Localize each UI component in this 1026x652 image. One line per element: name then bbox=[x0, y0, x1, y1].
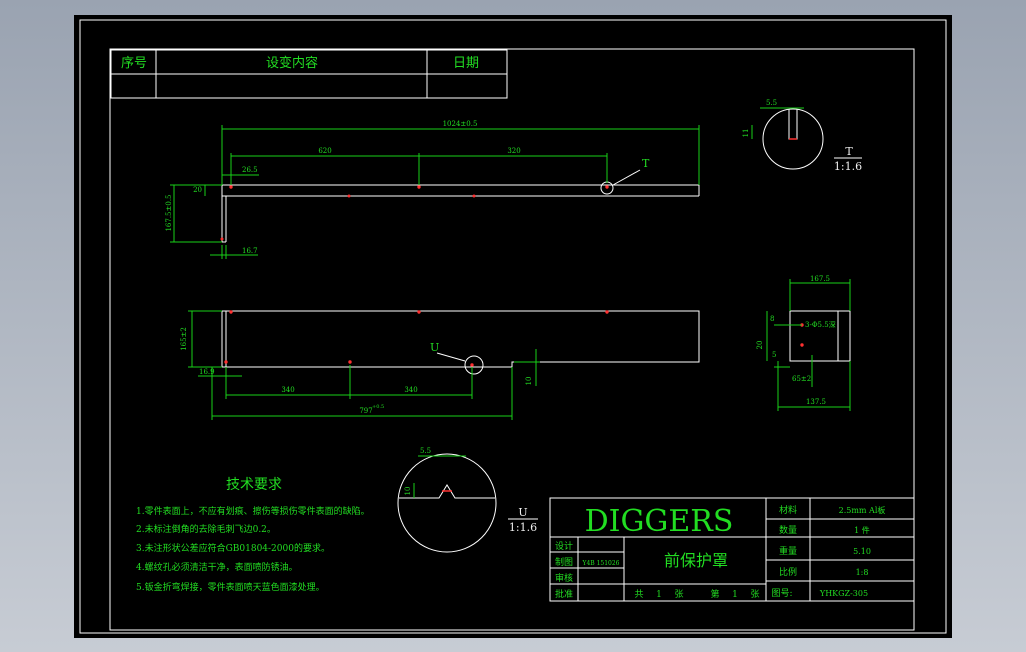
row-draw-value: Y4B 151026 bbox=[582, 560, 620, 567]
top-dim-167: 16.7 bbox=[242, 247, 258, 255]
tech-req-item-2: 2.未标注倒角的去除毛刺飞边0.2。 bbox=[136, 523, 276, 535]
sheet-total-unit: 张 bbox=[674, 589, 683, 600]
side-dim-65: 65±2 bbox=[792, 375, 811, 383]
side-dim-top: 167.5 bbox=[810, 275, 830, 283]
detail-T-label: T bbox=[845, 145, 853, 158]
drawing-canvas: 序号 设变内容 日期 T 1024±0.5 620 320 26.5 20 16… bbox=[74, 15, 952, 638]
detail-T-dim-side: 11 bbox=[742, 129, 750, 138]
top-dim-620: 620 bbox=[318, 147, 331, 155]
sheet-current-unit: 张 bbox=[750, 589, 759, 600]
prop-scale-value: 1:8 bbox=[856, 568, 869, 577]
detail-U: 5.5 10 U 1:1.6 bbox=[397, 447, 538, 553]
drawing-no-label: 图号: bbox=[771, 588, 792, 599]
top-view: T 1024±0.5 620 320 26.5 20 167.5±0.5 16.… bbox=[165, 120, 700, 259]
tech-req-heading: 技术要求 bbox=[226, 477, 282, 493]
side-view: 167.5 8 3-Φ5.5深 20 5 65±2 137.5 bbox=[756, 275, 851, 411]
detail-U-scale: 1:1.6 bbox=[509, 521, 537, 534]
front-dim-10: 10 bbox=[525, 377, 533, 386]
top-dim-height: 167.5±0.5 bbox=[165, 194, 173, 231]
inner-border bbox=[109, 48, 915, 631]
prop-quantity-value: 1 件 bbox=[854, 525, 870, 535]
front-callout-U: U bbox=[430, 341, 439, 354]
cad-drawing: 序号 设变内容 日期 T 1024±0.5 620 320 26.5 20 16… bbox=[79, 19, 947, 634]
front-view: U 165±2 16.9 340 340 797 +0.5 10 bbox=[180, 310, 700, 420]
revision-col-content: 设变内容 bbox=[266, 55, 318, 71]
front-dim-340: 340 bbox=[281, 386, 294, 394]
side-dim-20: 20 bbox=[756, 341, 764, 350]
tech-req-item-5: 5.钣金折弯焊接，零件表面喷天蓝色面漆处理。 bbox=[136, 581, 325, 593]
detail-T-scale: 1:1.6 bbox=[834, 160, 862, 173]
side-dim-8: 8 bbox=[770, 315, 774, 323]
revision-table: 序号 设变内容 日期 bbox=[110, 49, 508, 99]
top-dim-overall: 1024±0.5 bbox=[443, 120, 478, 128]
top-dim-320: 320 bbox=[507, 147, 520, 155]
top-callout-T: T bbox=[642, 157, 650, 170]
front-dim-left-height: 165±2 bbox=[180, 327, 188, 351]
side-dim-5: 5 bbox=[772, 351, 776, 359]
technical-requirements: 技术要求 1.零件表面上，不应有划痕、擦伤等损伤零件表面的缺陷。 2.未标注倒角… bbox=[136, 477, 370, 593]
sheet-current: 1 bbox=[732, 590, 738, 600]
detail-T-dim-top: 5.5 bbox=[766, 99, 777, 107]
row-review-label: 审核 bbox=[555, 572, 573, 584]
prop-weight-label: 重量 bbox=[779, 545, 797, 557]
prop-scale-label: 比例 bbox=[779, 566, 797, 578]
prop-material-label: 材料 bbox=[779, 504, 797, 516]
revision-col-no: 序号 bbox=[121, 56, 147, 71]
tech-req-item-3: 3.未注形状公差应符合GB01804-2000的要求。 bbox=[136, 542, 330, 554]
prop-weight-value: 5.10 bbox=[853, 547, 871, 556]
front-dim-overall: 797 bbox=[359, 407, 372, 415]
prop-quantity-label: 数量 bbox=[779, 524, 797, 536]
prop-material-value: 2.5mm Al板 bbox=[839, 505, 886, 515]
company-name: DIGGERS bbox=[585, 504, 734, 539]
part-name: 前保护罩 bbox=[664, 551, 728, 570]
top-dim-265: 26.5 bbox=[242, 166, 258, 174]
side-dim-phi: 3-Φ5.5深 bbox=[805, 320, 836, 329]
front-dim-340b: 340 bbox=[404, 386, 417, 394]
sheet-total-label: 共 bbox=[634, 589, 643, 600]
detail-U-dim-side: 10 bbox=[404, 487, 412, 496]
revision-col-date: 日期 bbox=[453, 56, 479, 71]
detail-U-label: U bbox=[518, 506, 527, 519]
top-dim-20: 20 bbox=[193, 186, 202, 194]
row-draw-label: 制图 bbox=[555, 556, 573, 568]
front-dim-overall-tol: +0.5 bbox=[372, 404, 384, 410]
row-approve-label: 批准 bbox=[555, 588, 573, 600]
side-dim-bottom: 137.5 bbox=[806, 398, 826, 406]
sheet-current-label: 第 bbox=[710, 588, 719, 600]
tech-req-item-4: 4.螺纹孔必须清洁干净，表面喷防锈油。 bbox=[136, 561, 298, 573]
title-block: DIGGERS 前保护罩 设计 制图 Y4B 151026 审核 批准 共 1 … bbox=[549, 497, 915, 602]
row-design-label: 设计 bbox=[555, 540, 573, 552]
detail-U-dim-top: 5.5 bbox=[420, 447, 431, 455]
tech-req-item-1: 1.零件表面上，不应有划痕、擦伤等损伤零件表面的缺陷。 bbox=[136, 505, 370, 517]
detail-T: 5.5 11 T 1:1.6 bbox=[742, 99, 862, 173]
drawing-no: YHKGZ-305 bbox=[819, 589, 868, 598]
sheet-total: 1 bbox=[656, 590, 662, 600]
